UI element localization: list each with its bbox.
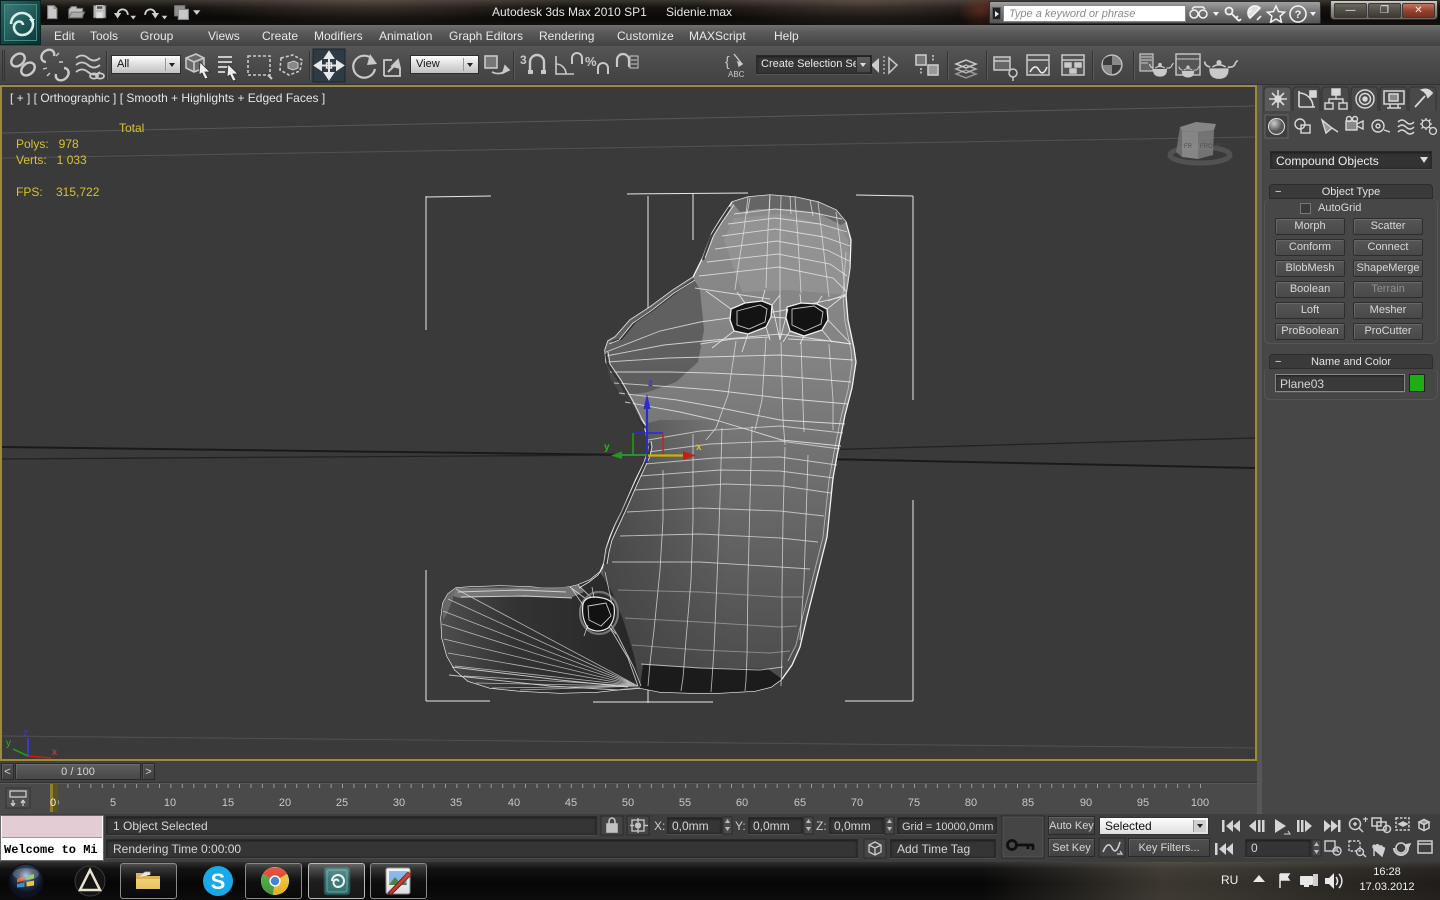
svg-text:80: 80 — [965, 797, 977, 809]
svg-text:65: 65 — [794, 797, 806, 809]
svg-text:y: y — [604, 442, 610, 453]
svg-text:100: 100 — [1191, 797, 1209, 809]
svg-text:25: 25 — [336, 797, 348, 809]
svg-text:0: 0 — [50, 797, 56, 809]
svg-text:55: 55 — [679, 797, 691, 809]
svg-text:5: 5 — [110, 797, 116, 809]
svg-text:%: % — [585, 54, 597, 69]
svg-text:S: S — [211, 869, 226, 894]
svg-text:y: y — [6, 738, 11, 749]
svg-text:20: 20 — [279, 797, 291, 809]
svg-text:75: 75 — [908, 797, 920, 809]
svg-text:FR: FR — [1184, 144, 1193, 150]
svg-text:ABC: ABC — [728, 70, 745, 79]
svg-text:95: 95 — [1137, 797, 1149, 809]
svg-text:x: x — [696, 442, 702, 453]
svg-text:70: 70 — [851, 797, 863, 809]
svg-text:45: 45 — [565, 797, 577, 809]
svg-text:50: 50 — [622, 797, 634, 809]
svg-text:z: z — [23, 728, 28, 739]
svg-text:FRONT: FRONT — [1200, 144, 1221, 150]
svg-text:60: 60 — [736, 797, 748, 809]
svg-text:40: 40 — [508, 797, 520, 809]
svg-text:30: 30 — [393, 797, 405, 809]
svg-text:{: { — [725, 53, 730, 69]
svg-text:z: z — [648, 378, 653, 389]
svg-text:3: 3 — [520, 53, 527, 67]
svg-text:85: 85 — [1022, 797, 1034, 809]
svg-text:35: 35 — [450, 797, 462, 809]
svg-text:15: 15 — [222, 797, 234, 809]
svg-text:?: ? — [1295, 9, 1302, 21]
svg-text:90: 90 — [1080, 797, 1092, 809]
svg-text:x: x — [52, 747, 57, 758]
svg-text:10: 10 — [164, 797, 176, 809]
